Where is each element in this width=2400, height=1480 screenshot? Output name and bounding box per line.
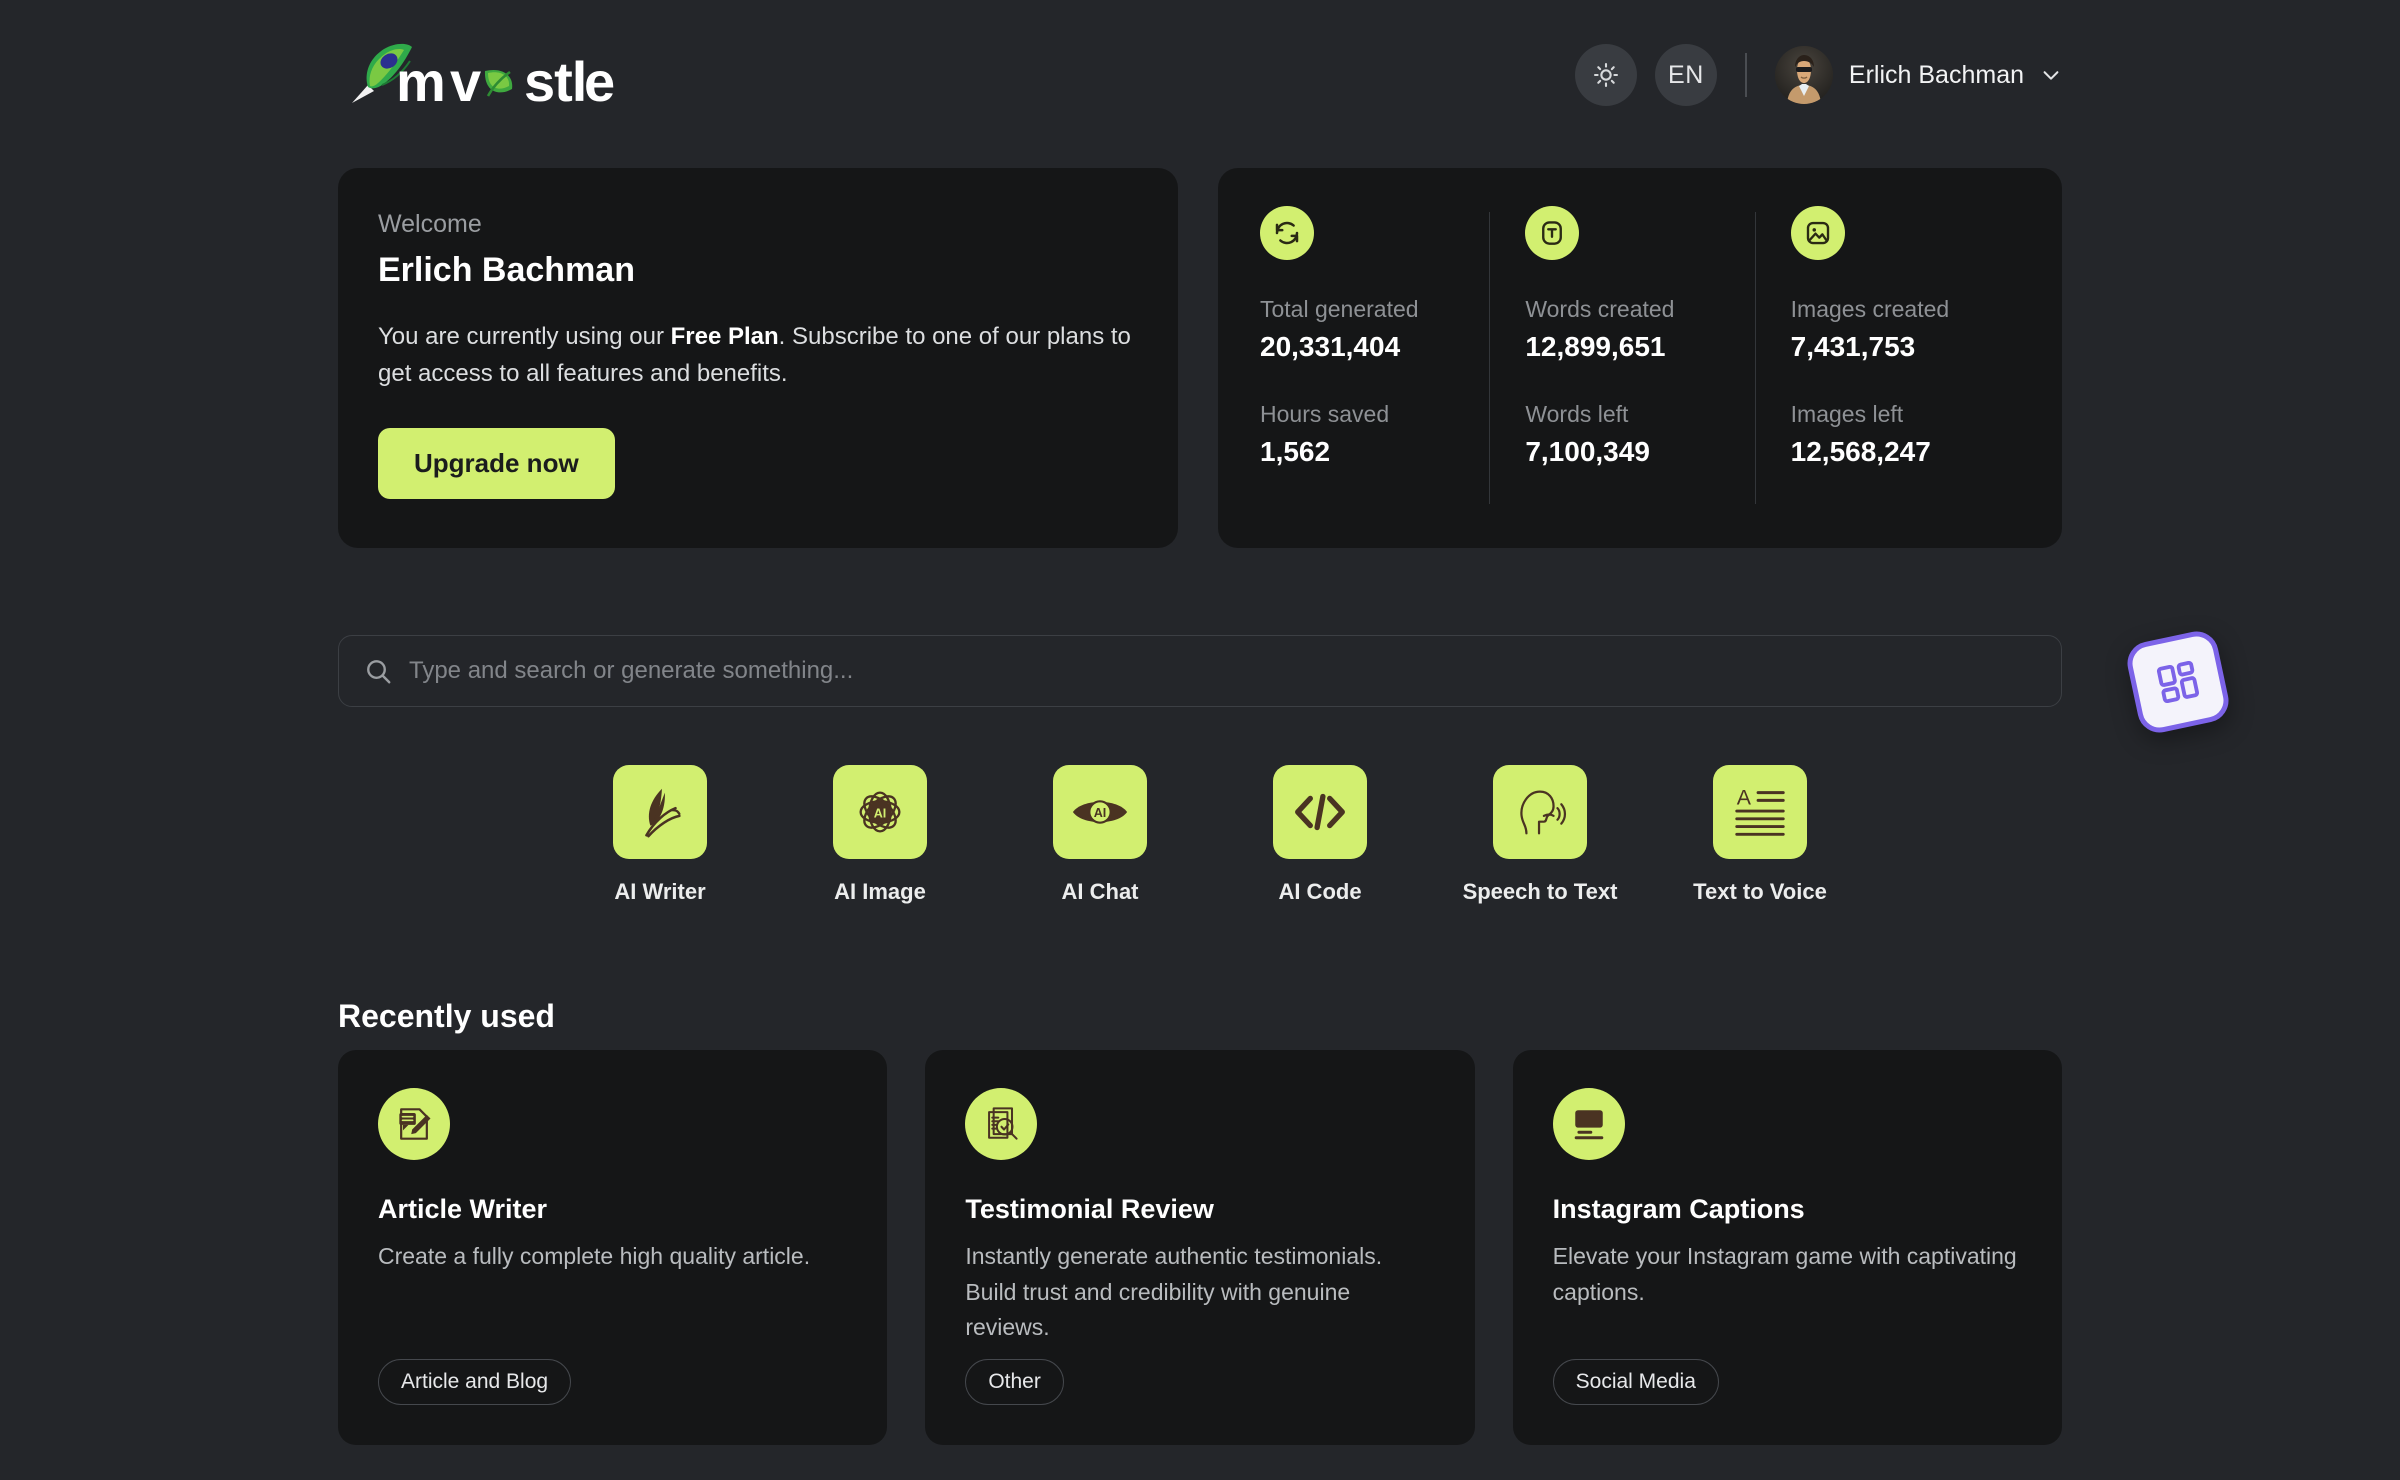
recent-card-tag[interactable]: Other: [965, 1359, 1064, 1405]
svg-text:AI: AI: [1094, 806, 1107, 820]
language-label: EN: [1668, 60, 1704, 89]
tool-ai-chat[interactable]: AI AI Chat: [1000, 765, 1200, 905]
document-check-magnifier-icon: [965, 1088, 1038, 1160]
tool-ai-writer[interactable]: AI Writer: [560, 765, 760, 905]
stat-value: 7,431,753: [1790, 331, 1916, 362]
sun-icon: [1593, 62, 1618, 88]
svg-text:AI: AI: [874, 806, 887, 820]
brand-logo[interactable]: m v stl e: [338, 39, 618, 111]
stat-total-generated: Total generated 20,331,404 Hours saved 1…: [1260, 206, 1489, 510]
welcome-label: Welcome: [378, 210, 482, 238]
tool-shortcuts: AI Writer AI AI Image AI AI Chat AI Code…: [560, 765, 1860, 905]
stats-card: Total generated 20,331,404 Hours saved 1…: [1218, 168, 2062, 548]
header-actions: EN Erlich Bachman: [1574, 44, 2062, 106]
stat-sub-label: Words left: [1525, 401, 1629, 427]
theme-toggle-button[interactable]: [1574, 44, 1637, 106]
avatar: [1774, 46, 1833, 104]
recently-used-grid: Article Writer Create a fully complete h…: [338, 1050, 2062, 1445]
stat-sub-value: 1,562: [1260, 436, 1331, 467]
tool-label: AI Image: [834, 879, 926, 904]
stat-label: Total generated: [1260, 296, 1419, 322]
apps-grid-widget-button[interactable]: [2123, 627, 2233, 737]
header-divider: [1744, 53, 1747, 97]
tool-label: Text to Voice: [1693, 879, 1827, 904]
svg-text:A: A: [1737, 785, 1752, 809]
recently-used-title: Recently used: [338, 998, 555, 1034]
svg-text:v: v: [450, 50, 481, 111]
stat-sub-label: Hours saved: [1260, 401, 1390, 427]
code-brackets-icon: [1273, 765, 1367, 859]
tool-ai-code[interactable]: AI Code: [1220, 765, 1420, 905]
stat-sub-value: 12,568,247: [1790, 436, 1931, 467]
stat-images-created: Images created 7,431,753 Images left 12,…: [1754, 206, 2020, 510]
app-header: m v stl e EN Erlich Bachman: [338, 30, 2062, 120]
user-avatar-photo-icon: [1774, 46, 1833, 104]
recent-card-instagram-captions[interactable]: Instagram Captions Elevate your Instagra…: [1512, 1050, 2062, 1445]
sync-refresh-icon: [1260, 206, 1314, 260]
recent-card-title: Instagram Captions: [1552, 1194, 1805, 1224]
svg-text:stl: stl: [524, 50, 586, 111]
monitor-caption-icon: [1552, 1088, 1625, 1160]
logo-leaf-o-icon: [484, 69, 513, 97]
svg-text:m: m: [396, 50, 445, 111]
tool-label: AI Writer: [614, 879, 706, 904]
recent-card-title: Article Writer: [378, 1194, 548, 1224]
recent-card-tag[interactable]: Article and Blog: [378, 1359, 572, 1405]
feather-pen-icon: [613, 765, 707, 859]
user-menu[interactable]: Erlich Bachman: [1774, 46, 2062, 104]
search-icon: [367, 660, 391, 684]
tool-label: AI Chat: [1061, 879, 1139, 904]
tool-ai-image[interactable]: AI AI Image: [780, 765, 980, 905]
stat-words-created: Words created 12,899,651 Words left 7,10…: [1489, 206, 1754, 510]
stat-sub-label: Images left: [1790, 401, 1904, 427]
ai-eye-icon: AI: [1053, 765, 1147, 859]
speaking-head-icon: [1493, 765, 1587, 859]
recent-card-desc: Create a fully complete high quality art…: [378, 1243, 811, 1269]
stat-value: 20,331,404: [1260, 331, 1401, 362]
search-input[interactable]: [409, 657, 2037, 685]
svg-text:e: e: [584, 50, 614, 111]
welcome-user-name: Erlich Bachman: [378, 251, 635, 289]
document-pencil-icon: [378, 1088, 450, 1160]
grid-apps-icon: [2156, 660, 2200, 704]
recent-card-desc: Elevate your Instagram game with captiva…: [1552, 1243, 2017, 1305]
stat-label: Words created: [1525, 296, 1675, 322]
recent-card-title: Testimonial Review: [965, 1194, 1214, 1224]
tool-speech-to-text[interactable]: Speech to Text: [1440, 765, 1640, 905]
chevron-down-icon[interactable]: [2040, 64, 2062, 86]
tool-label: AI Code: [1278, 879, 1362, 904]
image-icon: [1790, 206, 1845, 260]
tool-label: Speech to Text: [1462, 879, 1618, 904]
plan-description: You are currently using our Free Plan. S…: [378, 318, 1138, 392]
stat-label: Images created: [1790, 296, 1950, 322]
dashboard-page: m v stl e EN Erlich Bachman Welcome Erli…: [0, 0, 2400, 1480]
text-box-icon: [1525, 206, 1580, 260]
welcome-card: Welcome Erlich Bachman You are currently…: [338, 168, 1178, 548]
plan-desc-before: You are currently using our: [378, 323, 671, 350]
recent-card-testimonial-review[interactable]: Testimonial Review Instantly generate au…: [925, 1050, 1475, 1445]
recent-card-desc: Instantly generate authentic testimonial…: [965, 1243, 1383, 1341]
recent-card-tag[interactable]: Social Media: [1552, 1359, 1719, 1405]
stat-value: 12,899,651: [1525, 331, 1666, 362]
language-button[interactable]: EN: [1654, 44, 1717, 106]
tool-text-to-voice[interactable]: A Text to Voice: [1660, 765, 1860, 905]
plan-name: Free Plan: [670, 323, 779, 350]
recent-card-article-writer[interactable]: Article Writer Create a fully complete h…: [338, 1050, 888, 1445]
text-lines-icon: A: [1713, 765, 1807, 859]
upgrade-now-button[interactable]: Upgrade now: [378, 428, 615, 500]
user-name-label: Erlich Bachman: [1848, 60, 2024, 89]
ai-atom-icon: AI: [833, 765, 927, 859]
stat-sub-value: 7,100,349: [1525, 436, 1650, 467]
search-bar[interactable]: [338, 635, 2062, 707]
